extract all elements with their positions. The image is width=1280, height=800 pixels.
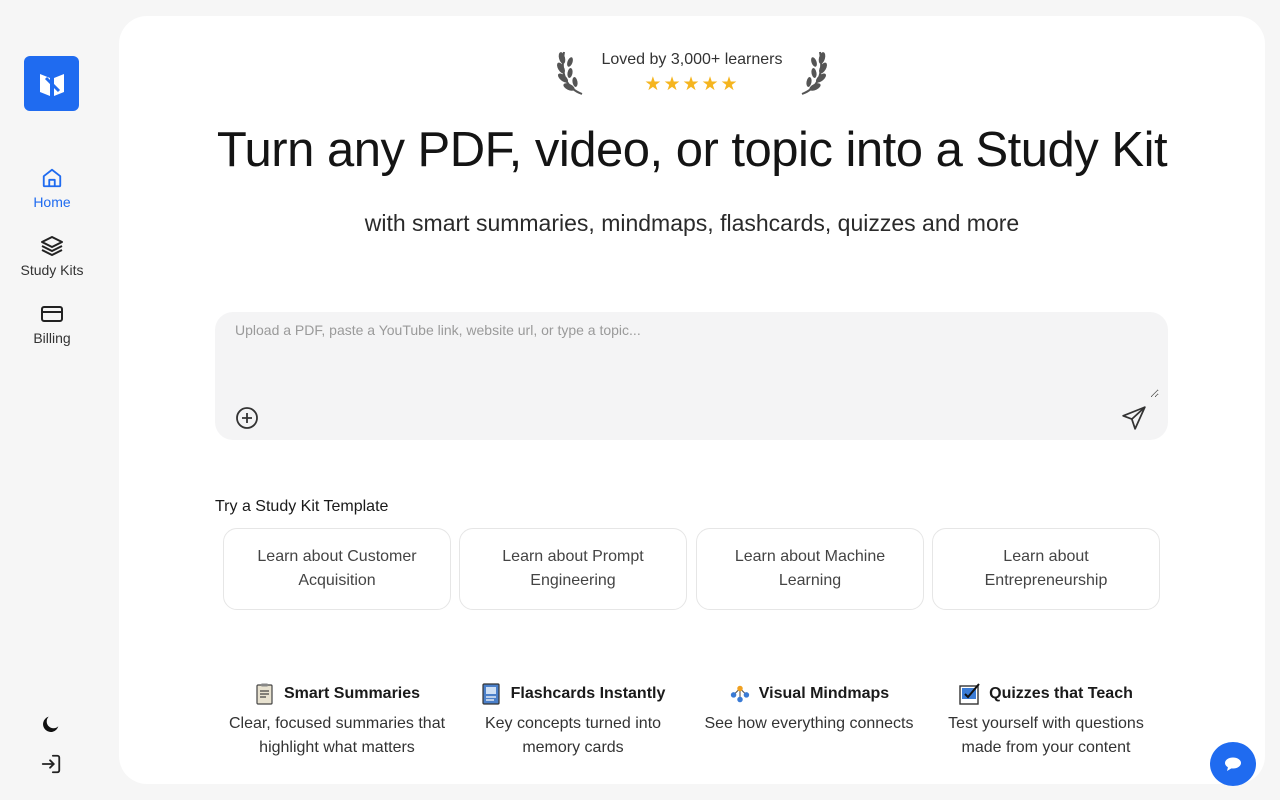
rating-stars: ★★★★★ [644,74,740,95]
sidebar-item-study-kits[interactable]: Study Kits [0,234,104,278]
feature-title: Flashcards Instantly [510,685,666,702]
page-title: Turn any PDF, video, or topic into a Stu… [216,123,1168,177]
laurel-right-icon [801,51,827,95]
social-proof-badge: Loved by 3,000+ learners ★★★★★ [556,46,828,100]
flashcard-icon [481,683,503,705]
template-card-label: Learn about Machine Learning [734,548,886,589]
feature-title: Visual Mindmaps [758,685,890,702]
credit-card-icon [40,302,64,326]
main-panel: Loved by 3,000+ learners ★★★★★ Turn any … [119,16,1265,784]
sidebar-item-label: Billing [33,330,71,346]
mindmap-icon [729,683,751,705]
feature-smart-summaries: Smart Summaries Clear, focused summaries… [219,680,455,760]
sidebar: Home Study Kits Billing [0,0,104,800]
feature-description: Clear, focused summaries that highlight … [228,715,446,756]
topic-input[interactable] [235,322,1159,398]
feature-title: Smart Summaries [283,685,421,702]
plus-circle-icon [236,407,258,429]
sidebar-item-billing[interactable]: Billing [0,302,104,346]
send-button[interactable] [1121,405,1147,431]
chat-bubble-icon [1225,757,1241,771]
badge-text: Loved by 3,000+ learners [601,51,783,68]
feature-title: Quizzes that Teach [989,685,1133,702]
app-logo[interactable] [24,56,79,111]
moon-icon[interactable] [39,712,63,736]
quiz-icon [959,683,981,705]
feature-quizzes: Quizzes that Teach Test yourself with qu… [928,680,1164,760]
feature-flashcards: Flashcards Instantly Key concepts turned… [455,680,691,760]
page-subtitle: with smart summaries, mindmaps, flashcar… [364,210,1020,236]
topic-input-box [215,312,1168,440]
layers-icon [40,234,64,258]
feature-description: Key concepts turned into memory cards [484,715,662,756]
template-card-label: Learn about Entrepreneurship [984,548,1108,589]
send-icon [1122,406,1146,430]
sidebar-item-label: Home [33,194,71,210]
template-card[interactable]: Learn about Prompt Engineering [459,528,687,610]
feature-description: See how everything connects [704,715,914,732]
home-icon [40,166,64,190]
book-logo-icon [39,73,64,96]
templates-heading: Try a Study Kit Template [215,498,389,515]
add-attachment-button[interactable] [235,406,259,430]
template-card[interactable]: Learn about Customer Acquisition [223,528,451,610]
chat-button[interactable] [1210,742,1256,786]
template-card[interactable]: Learn about Entrepreneurship [932,528,1160,610]
summary-icon [254,683,276,705]
sidebar-item-label: Study Kits [20,262,84,278]
template-card-label: Learn about Prompt Engineering [502,548,644,589]
feature-mindmaps: Visual Mindmaps See how everything conne… [691,680,927,736]
login-icon[interactable] [39,752,63,776]
template-card[interactable]: Learn about Machine Learning [696,528,924,610]
template-card-label: Learn about Customer Acquisition [257,548,417,589]
feature-description: Test yourself with questions made from y… [948,715,1144,756]
sidebar-item-home[interactable]: Home [0,166,104,210]
